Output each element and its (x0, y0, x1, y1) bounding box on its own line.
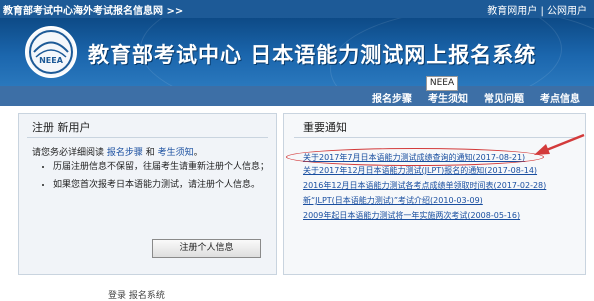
nav-steps[interactable]: 报名步骤 (372, 90, 412, 105)
edu-user-link[interactable]: 教育网用户 (487, 6, 537, 17)
site-name-link[interactable]: 教育部考试中心海外考试报名信息网 >> (3, 2, 183, 17)
register-intro: 请您务必详细阅读 报名步骤 和 考生须知。 (32, 148, 203, 158)
top-bar: 教育部考试中心海外考试报名信息网 >> 教育网用户 | 公网用户 (0, 0, 594, 18)
register-rules: 历届注册信息不保留，往届考生请重新注册个人信息； 如果您首次报考日本语能力测试，… (35, 160, 275, 196)
nav-notice[interactable]: 考生须知 (428, 90, 468, 105)
notice-link[interactable]: 考生须知 (158, 148, 194, 158)
register-button[interactable]: 注册个人信息 (152, 239, 261, 258)
list-item: 如果您首次报考日本语能力测试，请注册个人信息。 (53, 178, 275, 192)
register-heading: 注册 新用户 (32, 121, 91, 134)
site-title: 教育部考试中心 日本语能力测试网上报名系统 (88, 43, 537, 67)
public-user-link[interactable]: 公网用户 (547, 6, 587, 17)
nav-bar: 报名步骤 考生须知 常见问题 考点信息 (0, 86, 594, 106)
logo-tooltip: NEEA (426, 76, 458, 91)
steps-link[interactable]: 报名步骤 (107, 148, 143, 158)
divider: | (540, 6, 544, 17)
divider (27, 137, 268, 138)
notice-link-4[interactable]: 新“JLPT(日本语能力测试)”考试介绍(2010-03-09) (303, 195, 483, 206)
notice-link-3[interactable]: 2016年12月日本语能力测试各考点成绩单领取时间表(2017-02-28) (303, 180, 546, 191)
notice-link-5[interactable]: 2009年起日本语能力测试将一年实施两次考试(2008-05-16) (303, 210, 520, 221)
red-arrow-icon (534, 133, 585, 155)
highlight-oval (286, 148, 544, 166)
user-links: 教育网用户 | 公网用户 (487, 2, 587, 17)
notices-heading: 重要通知 (303, 121, 347, 134)
register-panel: 注册 新用户 请您务必详细阅读 报名步骤 和 考生须知。 历届注册信息不保留，往… (18, 113, 277, 275)
svg-text:NEEA: NEEA (39, 56, 64, 65)
header-banner: NEEA 教育部考试中心 日本语能力测试网上报名系统 (0, 18, 594, 86)
nav-sites[interactable]: 考点信息 (540, 90, 580, 105)
list-item: 历届注册信息不保留，往届考生请重新注册个人信息； (53, 160, 275, 174)
notice-link-2[interactable]: 关于2017年12月日本语能力测试(JLPT)报名的通知(2017-08-14) (303, 165, 537, 176)
nav-faq[interactable]: 常见问题 (484, 90, 524, 105)
neea-logo-icon: NEEA (25, 26, 77, 78)
